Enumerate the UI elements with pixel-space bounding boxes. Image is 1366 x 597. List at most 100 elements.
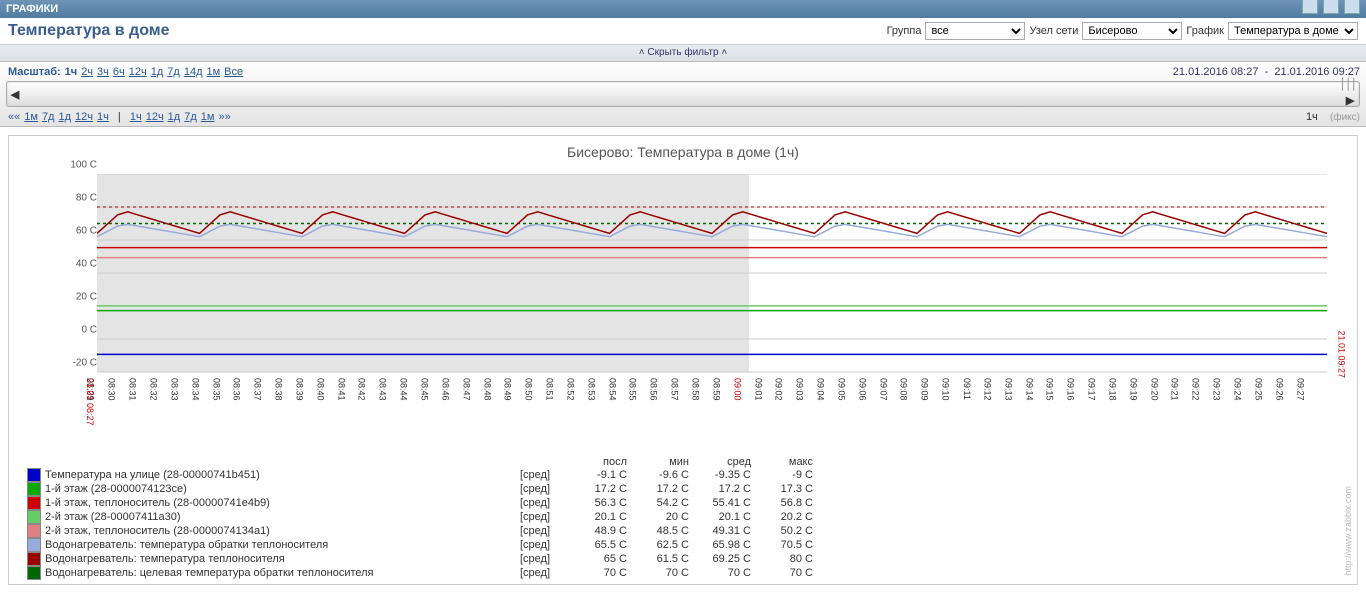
x-tick: 09:23 [1212,378,1222,401]
x-tick: 08:55 [628,378,638,401]
scale-options: Масштаб:1ч2ч3ч6ч12ч1д7д14д1мВсе [6,66,245,78]
nav-fwd-step[interactable]: 1ч [130,111,142,123]
scale-option[interactable]: 6ч [113,66,125,78]
series-min: 17.2 C [627,482,689,496]
chart-select[interactable]: Температура в доме [1228,22,1358,40]
series-last: 70 C [565,566,627,580]
y-tick: 40 C [59,259,97,270]
series-last: 56.3 C [565,496,627,510]
nav-back-step[interactable]: 7д [42,111,55,123]
nav-fwd-step[interactable]: 1м [201,111,215,123]
scale-option[interactable]: 1м [206,66,220,78]
series-name: Водонагреватель: температура обратки теп… [45,538,520,552]
x-tick: 08:48 [482,378,492,401]
x-tick: 09:13 [1003,378,1013,401]
series-last: 17.2 C [565,482,627,496]
series-max: 50.2 C [751,524,813,538]
x-tick: 09:03 [795,378,805,401]
legend-swatch [27,538,41,552]
scale-option[interactable]: 1д [151,66,164,78]
time-slider[interactable]: ◀ ▏▏▏▶ [6,81,1360,107]
nav-fwd-step[interactable]: 1д [168,111,181,123]
legend-swatch [27,510,41,524]
x-tick: 08:52 [566,378,576,401]
chart-box: Бисерово: Температура в доме (1ч) -20 C0… [8,135,1358,585]
date-range: 21.01.2016 08:27 - 21.01.2016 09:27 [1173,66,1360,78]
series-kind: [сред] [520,468,565,482]
nav-back-step[interactable]: 12ч [75,111,93,123]
scale-option[interactable]: 2ч [81,66,93,78]
x-tick: 09:01 [753,378,763,401]
series-max: 20.2 C [751,510,813,524]
nav-back-step[interactable]: 1ч [97,111,109,123]
series-avg: -9.35 C [689,468,751,482]
nav-back-step[interactable]: 1д [58,111,71,123]
series-name: 2-й этаж (28-00007411a30) [45,510,520,524]
maximize-icon[interactable] [1323,0,1339,14]
legend-swatch [27,524,41,538]
fullscreen-icon[interactable] [1344,0,1360,14]
nav-back-step[interactable]: «« [8,111,20,123]
nav-fwd-step[interactable]: »» [218,111,230,123]
scale-option[interactable]: 3ч [97,66,109,78]
group-label: Группа [887,25,922,37]
nav-fwd-step[interactable]: 7д [184,111,197,123]
nav-steps: ««1м7д1д12ч1ч | 1ч12ч1д7д1м»» [6,111,233,123]
scale-option[interactable]: Все [224,66,243,78]
time-toolbar: Масштаб:1ч2ч3ч6ч12ч1д7д14д1мВсе 21.01.20… [0,62,1366,127]
legend-row: Водонагреватель: целевая температура обр… [27,566,1353,580]
y-axis: -20 C0 C20 C40 C60 C80 C100 C [59,174,97,374]
nav-back-step[interactable]: 1м [24,111,38,123]
slider-left-icon[interactable]: ◀ [7,84,23,104]
legend-swatch [27,566,41,580]
x-tick: 08:45 [420,378,430,401]
x-tick: 09:17 [1087,378,1097,401]
series-min: 62.5 C [627,538,689,552]
x-tick: 09:20 [1149,378,1159,401]
series-avg: 69.25 C [689,552,751,566]
x-tick: 08:56 [649,378,659,401]
zabbix-credit: http://www.zabbix.com [1343,486,1353,576]
series-name: Температура на улице (28-00000741b451) [45,468,520,482]
legend-row: Водонагреватель: температура обратки теп… [27,538,1353,552]
x-tick: 08:47 [461,378,471,401]
series-kind: [сред] [520,496,565,510]
node-select[interactable]: Бисерово [1082,22,1182,40]
series-max: -9 C [751,468,813,482]
x-tick: 08:30 [107,378,117,401]
x-tick: 09:06 [858,378,868,401]
series-avg: 70 C [689,566,751,580]
series-kind: [сред] [520,566,565,580]
x-tick: 09:24 [1233,378,1243,401]
y-tick: -20 C [59,358,97,369]
minimize-icon[interactable] [1302,0,1318,14]
slider-handle[interactable]: ▏▏▏▶ [1342,78,1359,111]
series-max: 80 C [751,552,813,566]
group-select[interactable]: все [925,22,1025,40]
x-tick: 09:11 [962,378,972,400]
page-title: Температура в доме [8,22,170,40]
x-tick: 08:49 [503,378,513,401]
scale-option[interactable]: 7д [167,66,180,78]
legend-header: посл [565,456,627,468]
x-tick: 08:44 [399,378,409,401]
legend-swatch [27,482,41,496]
x-tick: 08:59 [712,378,722,401]
series-last: 65.5 C [565,538,627,552]
scale-option[interactable]: 1ч [65,66,78,78]
series-name: Водонагреватель: температура теплоносите… [45,552,520,566]
y-tick: 60 C [59,226,97,237]
slider-right-icon[interactable]: ▶ [1342,91,1358,111]
x-start-label: 21.01 08:27 [85,378,95,426]
scale-option[interactable]: 14д [184,66,203,78]
nav-fwd-step[interactable]: 12ч [146,111,164,123]
scale-option[interactable]: 12ч [129,66,147,78]
x-tick: 08:40 [315,378,325,401]
filterbar-toggle[interactable]: ˄ Скрыть фильтр ˄ [0,45,1366,62]
legend-swatch [27,468,41,482]
x-tick: 08:41 [336,378,346,401]
sub-header: Температура в доме Группа все Узел сети … [0,18,1366,45]
x-tick: 08:32 [149,378,159,401]
x-tick: 08:42 [357,378,367,401]
x-tick: 08:37 [253,378,263,401]
